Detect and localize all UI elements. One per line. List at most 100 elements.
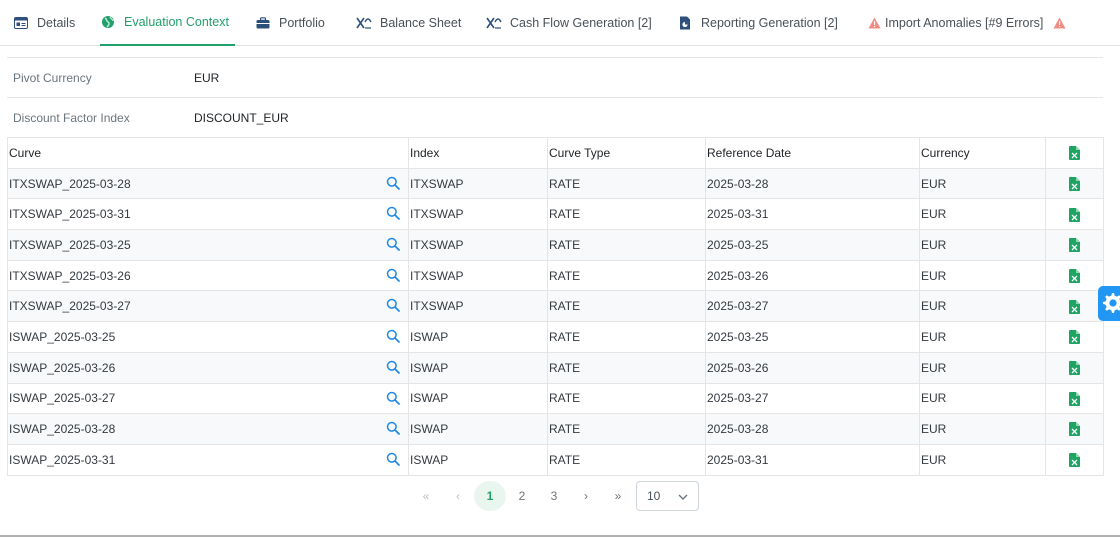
cell-index: ISWAP bbox=[408, 351, 548, 384]
tab-label: Balance Sheet bbox=[380, 16, 462, 30]
cell-reference-date: 2025-03-27 bbox=[705, 382, 920, 415]
cell-curve: ISWAP_2025-03-28 bbox=[7, 413, 409, 445]
cell-curve-type: RATE bbox=[547, 351, 706, 384]
pagination: « ‹ 1 2 3 › » 10 bbox=[410, 481, 699, 511]
table-row: ITXSWAP_2025-03-25 ITXSWAP RATE 2025-03-… bbox=[7, 229, 1104, 261]
tab-reporting-generation[interactable]: Reporting Generation [2] bbox=[677, 0, 838, 46]
search-icon[interactable] bbox=[386, 452, 400, 466]
cell-currency: EUR bbox=[919, 443, 1046, 476]
cell-reference-date: 2025-03-25 bbox=[705, 229, 920, 261]
tab-label: Import Anomalies [#9 Errors] bbox=[885, 16, 1044, 30]
table-row: ISWAP_2025-03-31 ISWAP RATE 2025-03-31 E… bbox=[7, 443, 1104, 476]
search-icon[interactable] bbox=[386, 206, 400, 221]
search-icon[interactable] bbox=[386, 176, 400, 190]
chevron-down-icon bbox=[677, 491, 689, 503]
search-icon[interactable] bbox=[386, 298, 400, 313]
cell-curve: ISWAP_2025-03-25 bbox=[7, 321, 409, 353]
table-row: ISWAP_2025-03-28 ISWAP RATE 2025-03-28 E… bbox=[7, 413, 1104, 445]
cell-currency: EUR bbox=[919, 413, 1046, 445]
cell-export bbox=[1045, 259, 1104, 292]
cell-reference-date: 2025-03-28 bbox=[705, 413, 920, 445]
tab-details[interactable]: Details bbox=[13, 0, 75, 46]
tab-label: Evaluation Context bbox=[124, 15, 229, 29]
excel-export-icon[interactable] bbox=[1069, 361, 1080, 376]
cell-currency: EUR bbox=[919, 290, 1046, 323]
table-row: ITXSWAP_2025-03-27 ITXSWAP RATE 2025-03-… bbox=[7, 290, 1104, 323]
tab-label: Cash Flow Generation [2] bbox=[510, 16, 652, 30]
excel-export-icon[interactable] bbox=[1069, 391, 1080, 406]
curve-name: ISWAP_2025-03-28 bbox=[9, 422, 116, 437]
excel-export-icon[interactable] bbox=[1069, 453, 1080, 468]
cell-curve: ISWAP_2025-03-27 bbox=[7, 382, 409, 415]
cell-reference-date: 2025-03-26 bbox=[705, 259, 920, 292]
id-card-icon bbox=[13, 15, 29, 31]
last-page-button[interactable]: » bbox=[602, 481, 634, 511]
page-button-1[interactable]: 1 bbox=[474, 481, 506, 511]
cell-export bbox=[1045, 382, 1104, 415]
discount-factor-index-label: Discount Factor Index bbox=[13, 110, 130, 125]
excel-export-icon[interactable] bbox=[1069, 238, 1080, 253]
cell-reference-date: 2025-03-31 bbox=[705, 443, 920, 476]
excel-export-icon[interactable] bbox=[1069, 269, 1080, 283]
cell-currency: EUR bbox=[919, 198, 1046, 231]
cell-curve-type: RATE bbox=[547, 413, 706, 445]
cell-export bbox=[1045, 443, 1104, 476]
page-button-2[interactable]: 2 bbox=[506, 481, 538, 511]
excel-export-icon[interactable] bbox=[1069, 299, 1080, 314]
next-page-button[interactable]: › bbox=[570, 481, 602, 511]
pivot-currency-row: Pivot Currency EUR bbox=[7, 57, 1103, 97]
curve-name: ITXSWAP_2025-03-31 bbox=[9, 207, 131, 222]
tab-label: Reporting Generation [2] bbox=[701, 16, 838, 30]
tab-evaluation-context[interactable]: Evaluation Context bbox=[100, 0, 235, 46]
header-curve-type[interactable]: Curve Type bbox=[547, 137, 706, 169]
cell-curve-type: RATE bbox=[547, 259, 706, 292]
header-reference-date[interactable]: Reference Date bbox=[705, 137, 920, 169]
rows-per-page-select[interactable]: 10 bbox=[636, 481, 699, 511]
search-icon[interactable] bbox=[386, 421, 400, 436]
header-curve[interactable]: Curve bbox=[7, 137, 409, 169]
search-icon[interactable] bbox=[386, 268, 400, 282]
search-icon[interactable] bbox=[386, 360, 400, 374]
cell-index: ITXSWAP bbox=[408, 198, 548, 231]
tab-import-anomalies[interactable]: Import Anomalies [#9 Errors] bbox=[866, 0, 1067, 46]
report-file-icon bbox=[677, 15, 693, 31]
prev-page-button[interactable]: ‹ bbox=[442, 481, 474, 511]
tab-balance-sheet[interactable]: Balance Sheet bbox=[356, 0, 461, 46]
cell-curve-type: RATE bbox=[547, 321, 706, 353]
warning-icon bbox=[1051, 15, 1067, 31]
cell-reference-date: 2025-03-25 bbox=[705, 321, 920, 353]
curve-name: ITXSWAP_2025-03-25 bbox=[9, 237, 131, 252]
search-icon[interactable] bbox=[386, 329, 400, 343]
curve-name: ISWAP_2025-03-25 bbox=[9, 329, 116, 344]
excel-export-icon[interactable] bbox=[1069, 207, 1080, 222]
tab-label: Details bbox=[37, 16, 76, 30]
cell-curve: ITXSWAP_2025-03-26 bbox=[7, 259, 409, 292]
chart-cross-icon bbox=[486, 15, 502, 31]
excel-export-icon[interactable] bbox=[1069, 176, 1080, 191]
excel-export-icon[interactable] bbox=[1069, 422, 1080, 437]
cell-index: ISWAP bbox=[408, 321, 548, 353]
curve-name: ISWAP_2025-03-27 bbox=[9, 391, 116, 406]
tab-portfolio[interactable]: Portfolio bbox=[255, 0, 325, 46]
header-currency[interactable]: Currency bbox=[919, 137, 1046, 169]
cell-index: ITXSWAP bbox=[408, 290, 548, 323]
cell-currency: EUR bbox=[919, 229, 1046, 261]
cell-index: ITXSWAP bbox=[408, 167, 548, 200]
tab-cash-flow-generation[interactable]: Cash Flow Generation [2] bbox=[486, 0, 652, 46]
settings-side-button[interactable] bbox=[1098, 286, 1120, 321]
first-page-button[interactable]: « bbox=[410, 481, 442, 511]
search-icon[interactable] bbox=[386, 391, 400, 405]
excel-export-all-icon[interactable] bbox=[1069, 146, 1080, 161]
cell-curve: ITXSWAP_2025-03-31 bbox=[7, 198, 409, 231]
cell-index: ISWAP bbox=[408, 413, 548, 445]
discount-factor-index-value: DISCOUNT_EUR bbox=[194, 110, 289, 125]
cell-export bbox=[1045, 167, 1104, 200]
search-icon[interactable] bbox=[386, 237, 400, 251]
cell-export bbox=[1045, 229, 1104, 261]
cell-curve: ISWAP_2025-03-26 bbox=[7, 351, 409, 384]
excel-export-icon[interactable] bbox=[1069, 330, 1080, 345]
cell-index: ISWAP bbox=[408, 382, 548, 415]
header-index[interactable]: Index bbox=[408, 137, 548, 169]
discount-factor-index-row: Discount Factor Index DISCOUNT_EUR bbox=[7, 97, 1103, 137]
page-button-3[interactable]: 3 bbox=[538, 481, 570, 511]
